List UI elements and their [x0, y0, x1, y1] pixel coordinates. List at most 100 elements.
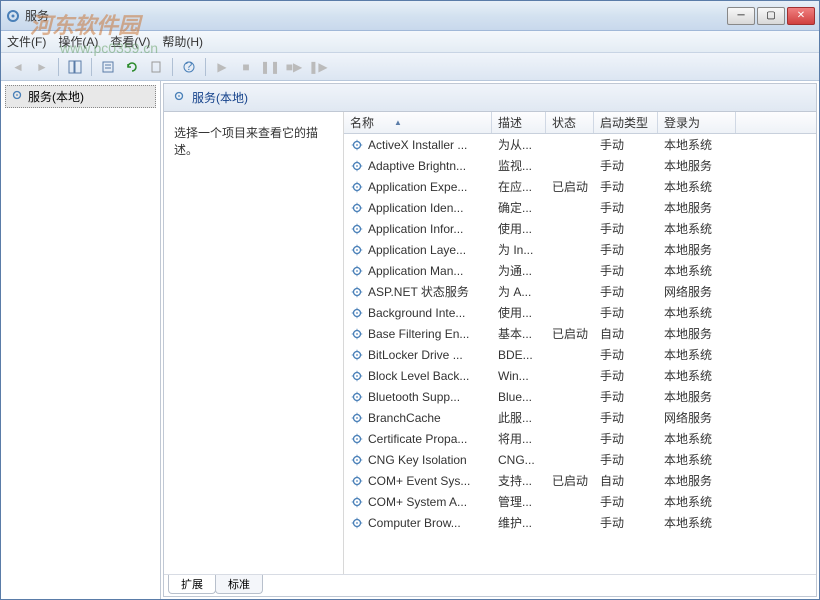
menu-file[interactable]: 文件(F) — [7, 33, 46, 50]
cell-startup: 手动 — [594, 157, 658, 174]
resume-service-button[interactable]: ❚▶ — [307, 56, 329, 78]
column-status[interactable]: 状态 — [546, 112, 594, 133]
services-list: 名称▲ 描述 状态 启动类型 登录为 ActiveX Installer ...… — [344, 112, 816, 574]
cell-logon: 本地系统 — [658, 304, 736, 321]
service-row[interactable]: ActiveX Installer ...为从...手动本地系统 — [344, 134, 816, 155]
view-tabs: 扩展 标准 — [164, 574, 816, 596]
service-row[interactable]: Application Iden...确定...手动本地服务 — [344, 197, 816, 218]
stop-service-button[interactable]: ■ — [235, 56, 257, 78]
toolbar: ◄ ► ? ▶ ■ ❚❚ ■▶ ❚▶ — [1, 53, 819, 81]
gear-icon — [350, 432, 364, 446]
service-name: CNG Key Isolation — [368, 453, 467, 467]
pause-service-button[interactable]: ❚❚ — [259, 56, 281, 78]
cell-logon: 本地系统 — [658, 136, 736, 153]
service-row[interactable]: Application Infor...使用...手动本地系统 — [344, 218, 816, 239]
forward-button[interactable]: ► — [31, 56, 53, 78]
service-row[interactable]: BitLocker Drive ...BDE...手动本地系统 — [344, 344, 816, 365]
close-button[interactable]: ✕ — [787, 7, 815, 25]
column-name[interactable]: 名称▲ — [344, 112, 492, 133]
column-startup-type[interactable]: 启动类型 — [594, 112, 658, 133]
list-rows[interactable]: ActiveX Installer ...为从...手动本地系统Adaptive… — [344, 134, 816, 574]
gear-icon — [350, 222, 364, 236]
cell-startup: 手动 — [594, 493, 658, 510]
service-name: Application Expe... — [368, 180, 467, 194]
cell-description: CNG... — [492, 453, 546, 467]
cell-logon: 网络服务 — [658, 283, 736, 300]
cell-description: Win... — [492, 369, 546, 383]
menu-action[interactable]: 操作(A) — [58, 33, 98, 50]
service-row[interactable]: Application Expe...在应...已启动手动本地系统 — [344, 176, 816, 197]
export-button[interactable] — [145, 56, 167, 78]
list-header: 名称▲ 描述 状态 启动类型 登录为 — [344, 112, 816, 134]
restart-service-button[interactable]: ■▶ — [283, 56, 305, 78]
details-body: 选择一个项目来查看它的描述。 名称▲ 描述 状态 启动类型 登录为 Active… — [164, 112, 816, 574]
window-controls: ─ ▢ ✕ — [727, 7, 815, 25]
cell-description: 为通... — [492, 262, 546, 279]
menu-help[interactable]: 帮助(H) — [162, 33, 203, 50]
back-button[interactable]: ◄ — [7, 56, 29, 78]
cell-description: 监视... — [492, 157, 546, 174]
start-service-button[interactable]: ▶ — [211, 56, 233, 78]
help-button[interactable]: ? — [178, 56, 200, 78]
cell-description: 维护... — [492, 514, 546, 531]
service-row[interactable]: Application Man...为通...手动本地系统 — [344, 260, 816, 281]
gear-icon — [350, 369, 364, 383]
service-row[interactable]: COM+ Event Sys...支持...已启动自动本地服务 — [344, 470, 816, 491]
cell-logon: 本地系统 — [658, 514, 736, 531]
cell-startup: 手动 — [594, 199, 658, 216]
column-logon-as[interactable]: 登录为 — [658, 112, 736, 133]
service-row[interactable]: CNG Key IsolationCNG...手动本地系统 — [344, 449, 816, 470]
cell-description: 此服... — [492, 409, 546, 426]
cell-startup: 手动 — [594, 178, 658, 195]
tree-root-label: 服务(本地) — [28, 88, 84, 105]
service-name: Computer Brow... — [368, 516, 461, 530]
properties-button[interactable] — [97, 56, 119, 78]
toolbar-separator — [172, 58, 173, 76]
service-row[interactable]: ASP.NET 状态服务为 A...手动网络服务 — [344, 281, 816, 302]
cell-logon: 本地服务 — [658, 325, 736, 342]
cell-name: Certificate Propa... — [344, 432, 492, 446]
services-window: 河东软件园 www.pc0359.cn 服务 ─ ▢ ✕ 文件(F) 操作(A)… — [0, 0, 820, 600]
gear-icon — [172, 89, 186, 106]
service-row[interactable]: Application Laye...为 In...手动本地服务 — [344, 239, 816, 260]
service-row[interactable]: BranchCache此服...手动网络服务 — [344, 407, 816, 428]
cell-startup: 手动 — [594, 304, 658, 321]
refresh-button[interactable] — [121, 56, 143, 78]
show-hide-button[interactable] — [64, 56, 86, 78]
service-row[interactable]: Adaptive Brightn...监视...手动本地服务 — [344, 155, 816, 176]
service-row[interactable]: Base Filtering En...基本...已启动自动本地服务 — [344, 323, 816, 344]
service-row[interactable]: Computer Brow...维护...手动本地系统 — [344, 512, 816, 533]
tab-extended[interactable]: 扩展 — [168, 575, 216, 594]
menu-view[interactable]: 查看(V) — [110, 33, 150, 50]
gear-icon — [350, 516, 364, 530]
service-row[interactable]: Block Level Back...Win...手动本地系统 — [344, 365, 816, 386]
column-description[interactable]: 描述 — [492, 112, 546, 133]
service-row[interactable]: Background Inte...使用...手动本地系统 — [344, 302, 816, 323]
cell-startup: 手动 — [594, 136, 658, 153]
service-row[interactable]: COM+ System A...管理...手动本地系统 — [344, 491, 816, 512]
tree-root-services-local[interactable]: 服务(本地) — [5, 85, 156, 108]
cell-logon: 本地系统 — [658, 430, 736, 447]
gear-icon — [350, 138, 364, 152]
details-pane: 服务(本地) 选择一个项目来查看它的描述。 名称▲ 描述 状态 启动类型 登录为… — [163, 83, 817, 597]
gear-icon — [350, 411, 364, 425]
gear-icon — [350, 285, 364, 299]
cell-name: Bluetooth Supp... — [344, 390, 492, 404]
window-title: 服务 — [25, 7, 727, 24]
cell-startup: 手动 — [594, 388, 658, 405]
service-name: BranchCache — [368, 411, 441, 425]
cell-startup: 手动 — [594, 346, 658, 363]
cell-name: COM+ Event Sys... — [344, 474, 492, 488]
cell-startup: 手动 — [594, 283, 658, 300]
titlebar[interactable]: 服务 ─ ▢ ✕ — [1, 1, 819, 31]
tab-standard[interactable]: 标准 — [215, 575, 263, 594]
details-header-title: 服务(本地) — [192, 89, 248, 106]
gear-icon — [350, 390, 364, 404]
maximize-button[interactable]: ▢ — [757, 7, 785, 25]
minimize-button[interactable]: ─ — [727, 7, 755, 25]
cell-description: 为从... — [492, 136, 546, 153]
toolbar-separator — [205, 58, 206, 76]
service-row[interactable]: Certificate Propa...将用...手动本地系统 — [344, 428, 816, 449]
cell-name: Base Filtering En... — [344, 327, 492, 341]
service-row[interactable]: Bluetooth Supp...Blue...手动本地服务 — [344, 386, 816, 407]
